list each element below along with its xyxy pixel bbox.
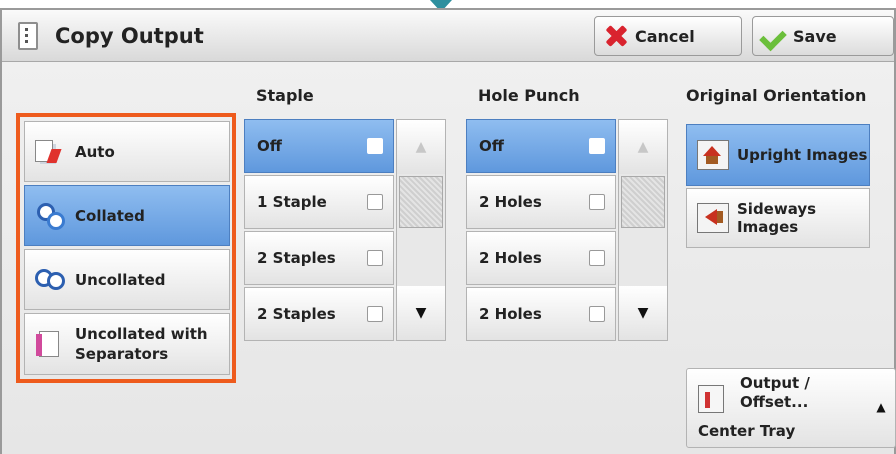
staple-item-label: 1 Staple [257,193,327,211]
punch-item-label: 2 Holes [479,193,542,211]
option-separators-line1: Uncollated with [75,325,208,343]
sideways-images-icon [697,203,729,233]
staple-item-label: Off [257,137,282,155]
upright-label: Upright Images [737,146,868,164]
punch-item-1[interactable]: 2 Holes [466,175,616,229]
output-offset-line1: Output / [740,374,810,392]
page-title: Copy Output [55,24,204,48]
cancel-label: Cancel [635,26,695,46]
staple-item-1[interactable]: 1 Staple [244,175,394,229]
staple-scroll-down-button[interactable]: ▼ [397,286,445,340]
punch-item-label: Off [479,137,504,155]
checkmark-icon [761,25,787,47]
orientation-upright-button[interactable]: Upright Images [686,124,870,186]
punch-left-icon [589,194,605,210]
option-separators-label: Uncollated with Separators [75,324,208,364]
punch-item-off[interactable]: Off [466,119,616,173]
staple-item-label: 2 Staples [257,305,336,323]
staple-item-2[interactable]: 2 Staples [244,231,394,285]
cancel-button[interactable]: Cancel [594,16,742,56]
separators-icon [33,329,67,359]
output-offset-label: Output / Offset... [740,374,810,412]
hole-punch-heading: Hole Punch [478,86,580,105]
uncollated-icon [33,265,67,295]
cancel-icon [603,25,629,47]
option-uncollated-label: Uncollated [75,270,166,289]
staple-scrollbar[interactable]: ▲ ▼ [396,119,446,341]
staple-item-label: 2 Staples [257,249,336,267]
option-uncollated[interactable]: Uncollated [24,249,230,310]
option-auto[interactable]: Auto [24,121,230,182]
punch-right-icon [589,306,605,322]
output-offset-line2: Offset... [740,393,809,411]
option-uncollated-separators[interactable]: Uncollated with Separators [24,313,230,375]
punch-item-label: 2 Holes [479,249,542,267]
punch-scroll-down-button[interactable]: ▼ [619,286,667,340]
output-tray-value: Center Tray [698,422,796,440]
sideways-line2: Images [737,218,799,236]
option-collated-label: Collated [75,206,145,225]
orientation-heading: Original Orientation [686,86,867,105]
orientation-sideways-button[interactable]: Sideways Images [686,188,870,248]
collated-icon [33,201,67,231]
staple-two-left-icon [367,250,383,266]
save-button[interactable]: Save [752,16,894,56]
staple-item-off[interactable]: Off [244,119,394,173]
punch-none-icon [589,138,605,154]
staple-item-3[interactable]: 2 Staples [244,287,394,341]
staple-two-top-icon [367,306,383,322]
option-auto-label: Auto [75,142,115,161]
staple-scroll-thumb[interactable] [399,176,443,228]
punch-scroll-thumb[interactable] [621,176,665,228]
staple-none-icon [367,138,383,154]
feature-list-icon [18,22,38,50]
option-separators-line2: Separators [75,345,169,363]
upright-images-icon [697,140,729,170]
sideways-line1: Sideways [737,200,817,218]
output-tray-icon [698,385,724,413]
staple-heading: Staple [256,86,314,105]
punch-scroll-up-button[interactable]: ▲ [619,120,667,174]
punch-top-icon [589,250,605,266]
option-collated[interactable]: Collated [24,185,230,246]
staple-scroll-up-button[interactable]: ▲ [397,120,445,174]
punch-item-3[interactable]: 2 Holes [466,287,616,341]
punch-item-2[interactable]: 2 Holes [466,231,616,285]
punch-item-label: 2 Holes [479,305,542,323]
output-scroll-up-button[interactable]: ▲ [868,376,894,438]
punch-scrollbar[interactable]: ▲ ▼ [618,119,668,341]
save-label: Save [793,26,837,46]
auto-sort-icon [33,137,67,167]
sideways-label: Sideways Images [737,200,816,236]
staple-one-icon [367,194,383,210]
